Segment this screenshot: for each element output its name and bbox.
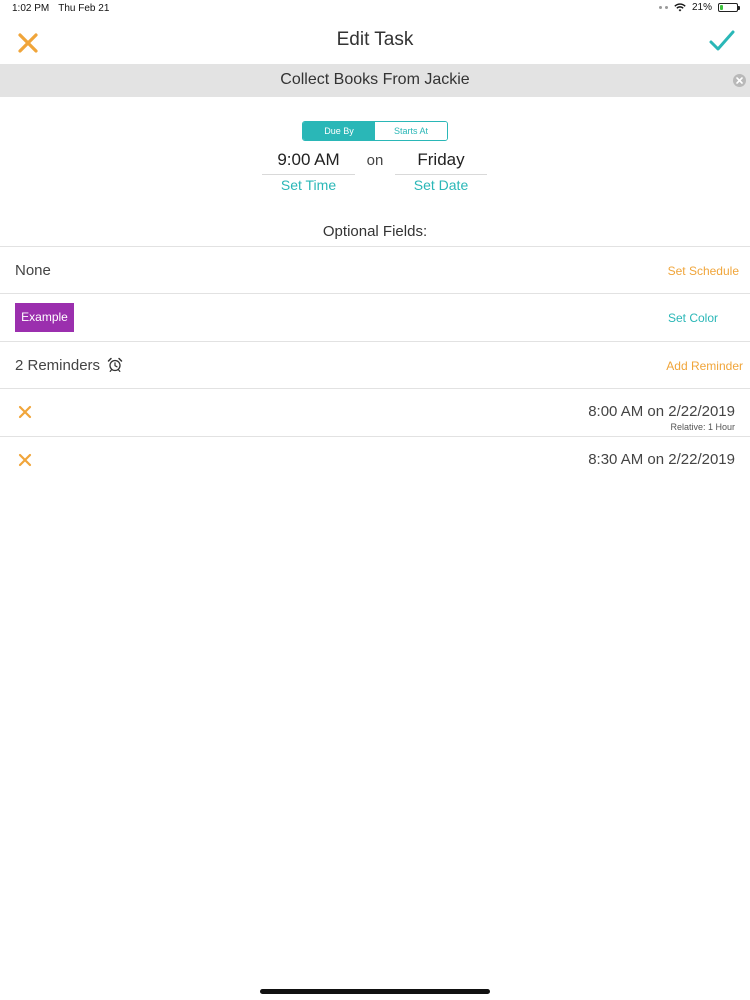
color-row: Example Set Color [0, 293, 750, 340]
set-color-button[interactable]: Set Color [668, 311, 718, 325]
clear-title-button[interactable] [733, 74, 746, 87]
color-swatch[interactable]: Example [15, 303, 74, 332]
wifi-icon [674, 3, 686, 12]
schedule-row: None Set Schedule [0, 246, 750, 293]
reminder-relative-label: Relative: 1 Hour [670, 422, 735, 432]
edit-task-screen: 1:02 PM Thu Feb 21 21% Edit Task Collect… [0, 0, 750, 1000]
battery-fill [720, 5, 723, 10]
set-time-button[interactable]: Set Time [262, 177, 355, 193]
add-reminder-button[interactable]: Add Reminder [666, 359, 743, 373]
alarm-clock-icon [107, 357, 123, 373]
segment-due-by[interactable]: Due By [303, 122, 375, 140]
reminders-summary: 2 Reminders [15, 357, 123, 374]
set-date-button[interactable]: Set Date [395, 177, 487, 193]
status-right: 21% [658, 2, 740, 13]
status-bar: 1:02 PM Thu Feb 21 21% [0, 0, 750, 18]
navigation-bar: Edit Task [0, 18, 750, 64]
battery-icon [718, 3, 740, 12]
optional-fields-heading: Optional Fields: [322, 223, 428, 240]
delete-reminder-button[interactable] [18, 405, 32, 419]
delete-reminder-button[interactable] [18, 453, 32, 467]
schedule-mode-control: Due By Starts At [302, 121, 448, 141]
segment-starts-at[interactable]: Starts At [375, 122, 447, 140]
status-time: 1:02 PM [12, 3, 50, 14]
status-date: Thu Feb 21 [58, 3, 110, 14]
battery-percent: 21% [691, 2, 712, 13]
reminders-count-label: 2 Reminders [15, 357, 101, 374]
close-icon [18, 453, 32, 467]
page-title: Edit Task [336, 29, 414, 50]
reminder-item: 8:30 AM on 2/22/2019 [0, 436, 750, 483]
clear-circle-icon [736, 77, 743, 84]
due-time-value: 9:00 AM [262, 150, 355, 175]
reminder-item: 8:00 AM on 2/22/2019 Relative: 1 Hour [0, 388, 750, 435]
task-title-bar: Collect Books From Jackie [0, 64, 750, 97]
status-left: 1:02 PM Thu Feb 21 [12, 3, 109, 14]
reminder-time: 8:00 AM on 2/22/2019 [588, 403, 735, 420]
schedule-value: None [15, 262, 51, 279]
reminder-time: 8:30 AM on 2/22/2019 [588, 451, 735, 468]
close-icon [18, 405, 32, 419]
home-indicator[interactable] [260, 989, 490, 994]
due-day-value: Friday [395, 150, 487, 175]
set-schedule-button[interactable]: Set Schedule [668, 264, 739, 278]
on-connector-label: on [366, 152, 384, 169]
signal-icon [658, 6, 668, 9]
save-button[interactable] [708, 28, 736, 54]
reminders-row: 2 Reminders Add Reminder [0, 341, 750, 388]
task-name-field[interactable]: Collect Books From Jackie [0, 71, 750, 89]
checkmark-icon [709, 30, 735, 51]
